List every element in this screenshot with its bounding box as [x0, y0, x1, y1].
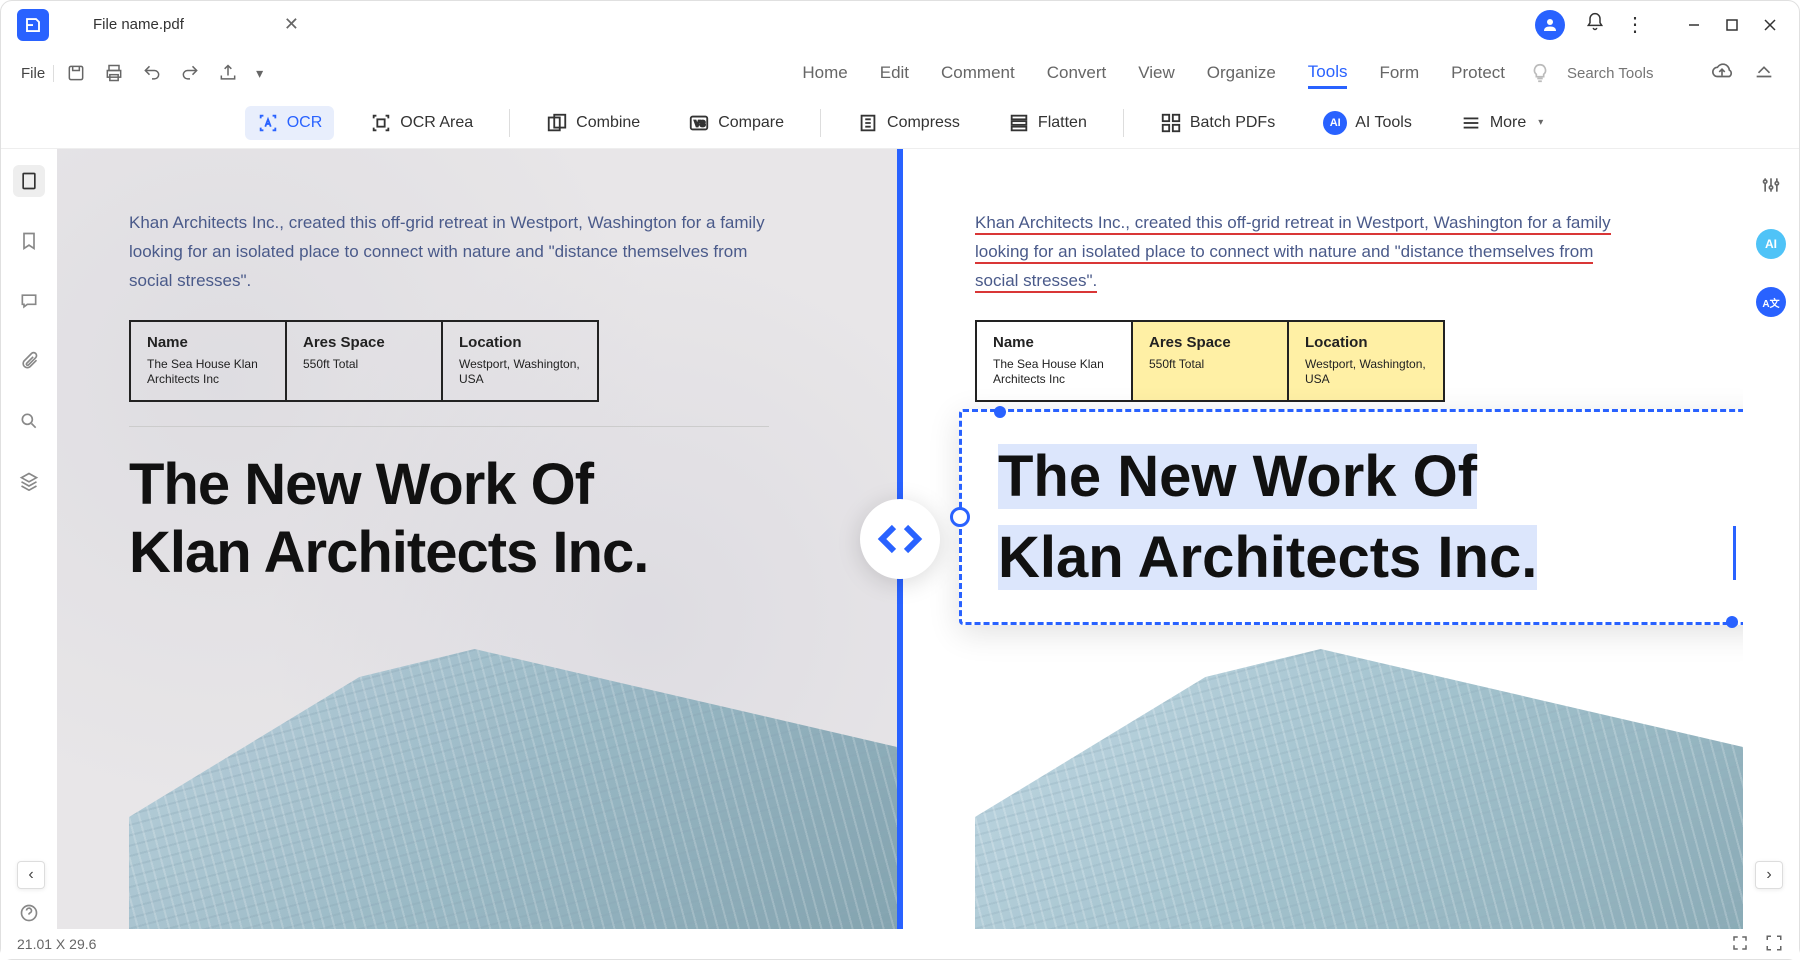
close-window-icon[interactable]: [1761, 16, 1779, 34]
layers-icon[interactable]: [13, 465, 45, 497]
search-tools-input[interactable]: [1567, 65, 1707, 82]
info-table-right: NameThe Sea House Klan Architects Inc Ar…: [975, 320, 1445, 402]
close-tab-icon[interactable]: ✕: [284, 14, 299, 35]
fit-width-icon[interactable]: [1731, 934, 1749, 955]
menu-edit[interactable]: Edit: [880, 59, 909, 87]
building-image: [975, 649, 1743, 929]
ai-tools-button[interactable]: AI AI Tools: [1311, 105, 1424, 141]
attachment-icon[interactable]: [13, 345, 45, 377]
compress-button[interactable]: Compress: [845, 106, 972, 140]
menu-view[interactable]: View: [1138, 59, 1175, 87]
info-table-left: NameThe Sea House Klan Architects Inc Ar…: [129, 320, 599, 402]
search-icon[interactable]: [13, 405, 45, 437]
svg-text:VS: VS: [695, 119, 707, 128]
statusbar: 21.01 X 29.6: [1, 929, 1799, 959]
page-original: Khan Architects Inc., created this off-g…: [57, 149, 897, 929]
thumbnails-icon[interactable]: [13, 165, 45, 197]
ocr-icon: [257, 112, 279, 134]
menu-protect[interactable]: Protect: [1451, 59, 1505, 87]
batch-icon: [1160, 112, 1182, 134]
page-dimensions: 21.01 X 29.6: [17, 936, 96, 952]
menu-home[interactable]: Home: [802, 59, 847, 87]
document-tab[interactable]: File name.pdf ✕: [81, 14, 311, 35]
app-logo-icon[interactable]: [17, 9, 49, 41]
comment-icon[interactable]: [13, 285, 45, 317]
resize-handle-left[interactable]: [950, 507, 970, 527]
menu-form[interactable]: Form: [1379, 59, 1419, 87]
compare-view: Khan Architects Inc., created this off-g…: [57, 149, 1743, 929]
maximize-icon[interactable]: [1723, 16, 1741, 34]
left-sidebar: [1, 149, 57, 929]
file-menu[interactable]: File: [13, 65, 54, 82]
content-area: Khan Architects Inc., created this off-g…: [1, 149, 1799, 929]
menu-tools[interactable]: Tools: [1308, 58, 1348, 89]
minimize-icon[interactable]: [1685, 16, 1703, 34]
chevron-down-icon: ▾: [1538, 117, 1543, 128]
building-image: [129, 649, 897, 929]
combine-icon: [546, 112, 568, 134]
tab-filename: File name.pdf: [93, 16, 184, 33]
undo-icon[interactable]: [142, 63, 162, 83]
ai-assistant-icon[interactable]: AI: [1756, 229, 1786, 259]
menu-organize[interactable]: Organize: [1207, 59, 1276, 87]
ocr-area-button[interactable]: OCR Area: [358, 106, 485, 140]
help-icon[interactable]: [13, 897, 45, 929]
bookmark-icon[interactable]: [13, 225, 45, 257]
kebab-menu-icon[interactable]: ⋮: [1625, 12, 1645, 37]
menu-convert[interactable]: Convert: [1047, 59, 1107, 87]
compare-icon: VS: [688, 112, 710, 134]
batch-pdfs-button[interactable]: Batch PDFs: [1148, 106, 1287, 140]
redo-icon[interactable]: [180, 63, 200, 83]
ocr-button[interactable]: OCR: [245, 106, 335, 140]
lightbulb-icon[interactable]: [1529, 62, 1551, 84]
compare-button[interactable]: VS Compare: [676, 106, 796, 140]
more-button[interactable]: More ▾: [1448, 106, 1555, 140]
flatten-button[interactable]: Flatten: [996, 106, 1099, 140]
save-icon[interactable]: [66, 63, 86, 83]
selection-dot[interactable]: [1726, 616, 1738, 628]
next-page-button[interactable]: ›: [1755, 861, 1783, 889]
ai-badge-icon: AI: [1323, 111, 1347, 135]
menu-comment[interactable]: Comment: [941, 59, 1015, 87]
text-edit-selection[interactable]: The New Work Of Klan Architects Inc.: [959, 409, 1743, 625]
fullscreen-icon[interactable]: [1765, 934, 1783, 955]
settings-sliders-icon[interactable]: [1755, 169, 1787, 201]
right-sidebar: AI A文: [1743, 149, 1799, 929]
prev-page-button[interactable]: ‹: [17, 861, 45, 889]
intro-text-left: Khan Architects Inc., created this off-g…: [129, 209, 769, 296]
compress-icon: [857, 112, 879, 134]
collapse-icon[interactable]: [1753, 60, 1775, 87]
titlebar: File name.pdf ✕ ⋮: [1, 1, 1799, 49]
ocr-area-icon: [370, 112, 392, 134]
print-icon[interactable]: [104, 63, 124, 83]
combine-button[interactable]: Combine: [534, 106, 652, 140]
bell-icon[interactable]: [1585, 12, 1605, 37]
text-cursor: [1733, 526, 1736, 580]
cloud-upload-icon[interactable]: [1711, 60, 1733, 87]
intro-text-right: Khan Architects Inc., created this off-g…: [975, 209, 1615, 296]
selection-dot[interactable]: [994, 406, 1006, 418]
translate-icon[interactable]: A文: [1756, 287, 1786, 317]
tools-toolbar: OCR OCR Area Combine VS Compare Compress…: [1, 97, 1799, 149]
flatten-icon: [1008, 112, 1030, 134]
share-icon[interactable]: [218, 63, 238, 83]
more-icon: [1460, 112, 1482, 134]
menubar: File ▾ Home Edit Comment Convert View Or…: [1, 49, 1799, 97]
compare-slider-handle[interactable]: [860, 499, 940, 579]
dropdown-icon[interactable]: ▾: [256, 65, 263, 82]
user-avatar-icon[interactable]: [1535, 10, 1565, 40]
page-compared: Khan Architects Inc., created this off-g…: [903, 149, 1743, 929]
page-title-left: The New Work OfKlan Architects Inc.: [129, 451, 825, 586]
